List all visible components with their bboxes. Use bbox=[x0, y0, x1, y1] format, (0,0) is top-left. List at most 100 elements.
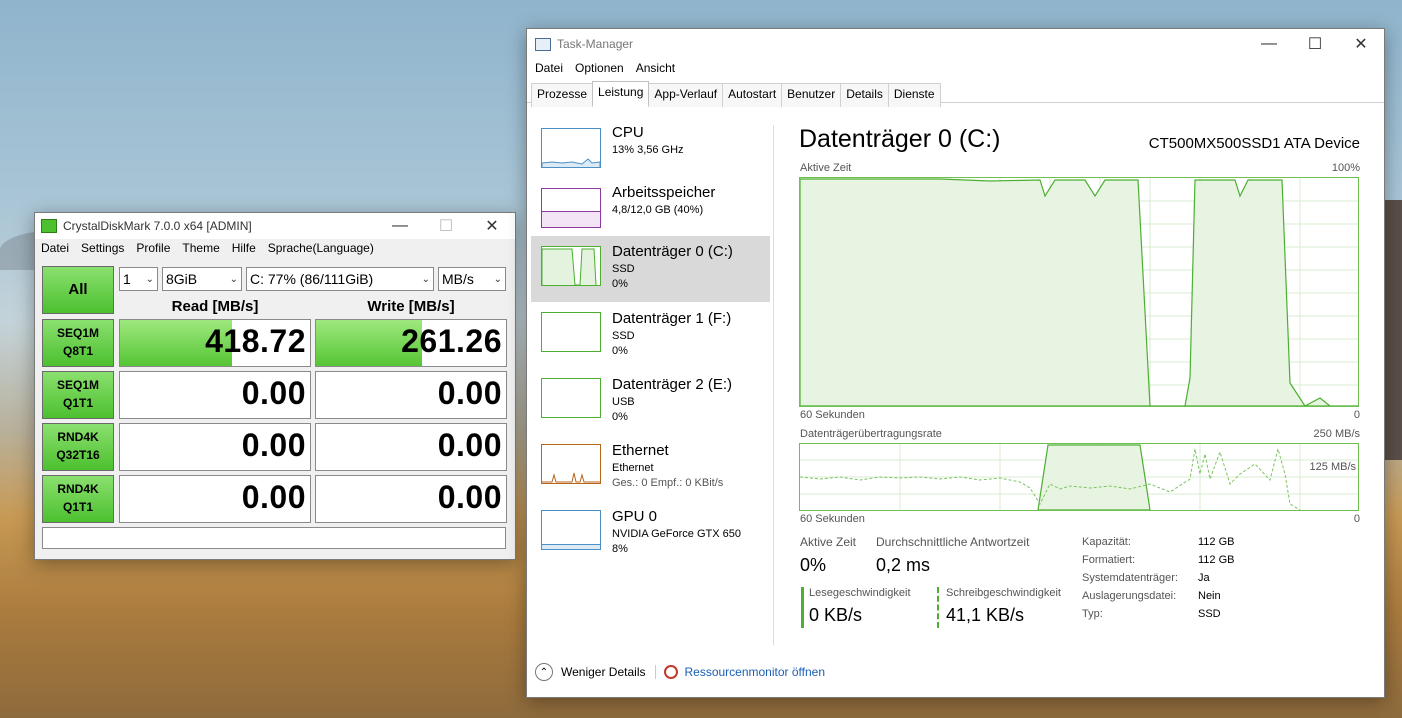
sidebar-item-disk2[interactable]: Datenträger 2 (E:) USB 0% bbox=[531, 369, 770, 433]
sidebar-item-disk0[interactable]: Datenträger 0 (C:) SSD 0% bbox=[531, 236, 770, 302]
tm-titlebar[interactable]: Task-Manager — ☐ ✕ bbox=[527, 29, 1384, 59]
test-label-2: Q1T1 bbox=[62, 396, 93, 410]
graph1-max: 100% bbox=[1331, 162, 1360, 174]
sidebar-item-gpu[interactable]: GPU 0 NVIDIA GeForce GTX 650 8% bbox=[531, 501, 770, 565]
tab-leistung[interactable]: Leistung bbox=[592, 81, 650, 105]
sidebar-sub: USB bbox=[612, 396, 635, 408]
property-key: Systemdatenträger: bbox=[1082, 572, 1178, 584]
chevron-down-icon: ⌄ bbox=[421, 273, 430, 285]
sidebar-title: GPU 0 bbox=[612, 508, 658, 525]
sidebar-sub: 13% 3,56 GHz bbox=[612, 144, 684, 156]
cdm-menu-theme[interactable]: Theme bbox=[176, 241, 225, 255]
property-key: Typ: bbox=[1082, 608, 1103, 620]
disk1-thumbnail bbox=[541, 312, 601, 352]
tab-dienste[interactable]: Dienste bbox=[887, 83, 941, 107]
footer-separator bbox=[655, 665, 657, 679]
tab-app-verlauf[interactable]: App-Verlauf bbox=[648, 83, 724, 107]
sidebar-title: Datenträger 0 (C:) bbox=[612, 243, 733, 260]
test-label-2: Q8T1 bbox=[62, 344, 93, 358]
count-value: 1 bbox=[123, 271, 131, 287]
tab-benutzer[interactable]: Benutzer bbox=[781, 83, 842, 107]
test-button-seq1m-q8t1[interactable]: SEQ1M Q8T1 bbox=[42, 319, 114, 367]
write-result-value: 0.00 bbox=[437, 479, 502, 515]
graph1-xlabel: 60 Sekunden bbox=[800, 409, 865, 421]
graph2-xlabel: 60 Sekunden bbox=[800, 513, 865, 525]
cdm-menu-profile[interactable]: Profile bbox=[130, 241, 176, 255]
sidebar-sub: Ethernet bbox=[612, 462, 654, 474]
memory-level-fill bbox=[542, 211, 600, 227]
unit-select[interactable]: MB/s ⌄ bbox=[438, 267, 506, 291]
property-value: 112 GB bbox=[1198, 536, 1235, 548]
close-icon[interactable]: ✕ bbox=[469, 213, 515, 239]
read-speed-label: Lesegeschwindigkeit bbox=[809, 587, 911, 599]
tm-title: Task-Manager bbox=[557, 37, 634, 51]
read-result-cell: 0.00 bbox=[119, 371, 311, 419]
sidebar-item-memory[interactable]: Arbeitsspeicher 4,8/12,0 GB (40%) bbox=[531, 179, 770, 243]
test-button-rnd4k-q1t1[interactable]: RND4K Q1T1 bbox=[42, 475, 114, 523]
write-result-cell: 261.26 bbox=[315, 319, 507, 367]
minimize-icon[interactable]: — bbox=[377, 213, 423, 239]
sidebar-item-disk1[interactable]: Datenträger 1 (F:) SSD 0% bbox=[531, 303, 770, 367]
maximize-icon[interactable]: ☐ bbox=[423, 213, 469, 239]
test-button-rnd4k-q32t16[interactable]: RND4K Q32T16 bbox=[42, 423, 114, 471]
gpu-level-fill bbox=[542, 544, 600, 549]
close-icon[interactable]: ✕ bbox=[1338, 29, 1384, 59]
size-select[interactable]: 8GiB ⌄ bbox=[162, 267, 242, 291]
graph2-label: Datenträgerübertragungsrate bbox=[800, 428, 942, 440]
drive-select[interactable]: C: 77% (86/111GiB) ⌄ bbox=[246, 267, 434, 291]
sidebar-item-ethernet[interactable]: Ethernet Ethernet Ges.: 0 Empf.: 0 KBit/… bbox=[531, 435, 770, 499]
fewer-details-link[interactable]: Weniger Details bbox=[561, 665, 645, 679]
sidebar-sub-2: 0% bbox=[612, 345, 628, 357]
read-result-cell: 0.00 bbox=[119, 475, 311, 523]
resource-monitor-link[interactable]: Ressourcenmonitor öffnen bbox=[684, 665, 825, 679]
test-button-seq1m-q1t1[interactable]: SEQ1M Q1T1 bbox=[42, 371, 114, 419]
write-speed-bar bbox=[937, 587, 939, 628]
read-speed-value: 0 KB/s bbox=[809, 605, 863, 625]
read-result-value: 0.00 bbox=[241, 427, 306, 463]
property-key: Kapazität: bbox=[1082, 536, 1131, 548]
sidebar-title: CPU bbox=[612, 124, 644, 141]
response-time-value: 0,2 ms bbox=[876, 555, 931, 575]
chevron-up-icon[interactable]: ⌃ bbox=[535, 663, 553, 681]
write-result-cell: 0.00 bbox=[315, 423, 507, 471]
chevron-down-icon: ⌄ bbox=[145, 273, 154, 285]
sidebar-sub-2: 0% bbox=[612, 278, 628, 290]
tm-menu-datei[interactable]: Datei bbox=[529, 61, 569, 75]
graph2-mid: 125 MB/s bbox=[1309, 461, 1356, 473]
graph1-label: Aktive Zeit bbox=[800, 162, 852, 174]
gpu-thumbnail bbox=[541, 510, 601, 550]
disk-title: Datenträger 0 (C:) bbox=[799, 125, 1001, 153]
count-select[interactable]: 1 ⌄ bbox=[119, 267, 158, 291]
cdm-menu-hilfe[interactable]: Hilfe bbox=[226, 241, 262, 255]
sidebar-sub-2: Ges.: 0 Empf.: 0 KBit/s bbox=[612, 477, 724, 489]
tm-menu-ansicht[interactable]: Ansicht bbox=[630, 61, 681, 75]
property-key: Formatiert: bbox=[1082, 554, 1136, 566]
task-manager-icon bbox=[535, 37, 551, 51]
size-value: 8GiB bbox=[166, 271, 198, 287]
cdm-menu-language[interactable]: Sprache(Language) bbox=[262, 241, 380, 255]
sidebar-item-cpu[interactable]: CPU 13% 3,56 GHz bbox=[531, 119, 770, 183]
minimize-icon[interactable]: — bbox=[1246, 29, 1292, 59]
tab-autostart[interactable]: Autostart bbox=[722, 83, 783, 107]
active-time-label: Aktive Zeit bbox=[800, 535, 857, 549]
property-value: 112 GB bbox=[1198, 554, 1235, 566]
property-value: Ja bbox=[1198, 572, 1210, 584]
disk0-thumbnail bbox=[541, 246, 601, 286]
maximize-icon[interactable]: ☐ bbox=[1292, 29, 1338, 59]
test-label-1: SEQ1M bbox=[56, 378, 99, 392]
test-label-1: SEQ1M bbox=[56, 326, 99, 340]
cdm-menu-datei[interactable]: Datei bbox=[35, 241, 75, 255]
tab-prozesse[interactable]: Prozesse bbox=[531, 83, 594, 107]
tm-menubar: Datei Optionen Ansicht bbox=[529, 61, 1384, 75]
write-speed-label: Schreibgeschwindigkeit bbox=[946, 587, 1061, 599]
disk2-thumbnail bbox=[541, 378, 601, 418]
tab-details[interactable]: Details bbox=[840, 83, 889, 107]
cdm-menu-settings[interactable]: Settings bbox=[75, 241, 130, 255]
test-label-1: RND4K bbox=[57, 482, 99, 496]
comment-field[interactable] bbox=[42, 527, 506, 549]
tm-menu-optionen[interactable]: Optionen bbox=[569, 61, 630, 75]
all-button[interactable]: All bbox=[42, 266, 114, 314]
write-result-cell: 0.00 bbox=[315, 371, 507, 419]
cdm-titlebar[interactable]: CrystalDiskMark 7.0.0 x64 [ADMIN] — ☐ ✕ bbox=[35, 213, 515, 239]
sidebar-title: Ethernet bbox=[612, 442, 669, 459]
